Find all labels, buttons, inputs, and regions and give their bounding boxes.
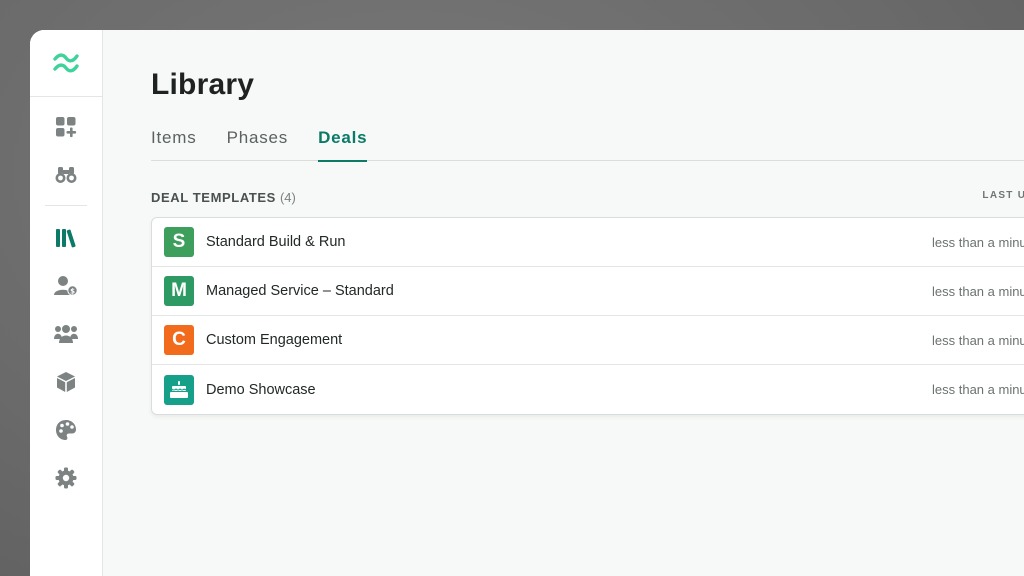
binoculars-icon bbox=[55, 167, 77, 183]
template-updated: less than a minu bbox=[932, 332, 1024, 348]
svg-text:$: $ bbox=[70, 287, 75, 295]
sidebar: $ bbox=[30, 30, 103, 576]
list-item[interactable]: C Custom Engagement less than a minu bbox=[152, 316, 1024, 365]
list-item[interactable]: M Managed Service – Standard less than a… bbox=[152, 267, 1024, 316]
cube-icon bbox=[57, 372, 75, 392]
last-updated-column-header[interactable]: LAST UPDAT bbox=[982, 190, 1024, 201]
section-count: (4) bbox=[279, 190, 296, 205]
sidebar-item-themes[interactable] bbox=[46, 406, 86, 454]
sidebar-item-products[interactable] bbox=[46, 358, 86, 406]
template-updated: less than a minu bbox=[932, 382, 1024, 397]
sidebar-item-dashboard[interactable] bbox=[46, 103, 86, 151]
template-name: Demo Showcase bbox=[206, 381, 316, 398]
dashboard-add-icon bbox=[56, 117, 77, 138]
deal-templates-header: DEAL TEMPLATES(4) LAST UPDAT bbox=[151, 189, 1024, 207]
gear-icon bbox=[55, 467, 77, 489]
sidebar-item-library[interactable] bbox=[46, 214, 86, 262]
deal-templates-list: S Standard Build & Run less than a minu … bbox=[151, 217, 1024, 415]
page-title: Library bbox=[151, 68, 255, 101]
sidebar-bottom-group: $ bbox=[30, 206, 102, 502]
tab-bar: Items Phases Deals bbox=[151, 124, 1024, 162]
template-name: Managed Service – Standard bbox=[206, 283, 394, 299]
template-badge: S bbox=[164, 227, 194, 257]
template-updated: less than a minu bbox=[932, 234, 1024, 250]
tab-phases[interactable]: Phases bbox=[227, 124, 289, 161]
template-badge: M bbox=[164, 276, 194, 306]
template-updated: less than a minu bbox=[932, 283, 1024, 299]
app-window: $ Library Items Phases Deals DEAL TEMPLA… bbox=[30, 30, 1024, 576]
user-billing-icon: $ bbox=[54, 276, 78, 296]
template-badge: C bbox=[164, 325, 194, 355]
team-icon bbox=[54, 325, 78, 343]
section-title: DEAL TEMPLATES bbox=[151, 190, 276, 205]
sidebar-top-group bbox=[45, 97, 87, 206]
sidebar-item-users[interactable]: $ bbox=[46, 262, 86, 310]
main-content: Library Items Phases Deals DEAL TEMPLATE… bbox=[103, 30, 1024, 576]
template-name: Custom Engagement bbox=[206, 332, 343, 348]
template-name: Standard Build & Run bbox=[206, 234, 346, 250]
wave-logo-icon bbox=[53, 53, 79, 73]
sidebar-item-teams[interactable] bbox=[46, 310, 86, 358]
tab-items[interactable]: Items bbox=[151, 124, 197, 161]
sidebar-item-settings[interactable] bbox=[46, 454, 86, 502]
list-item[interactable]: S Standard Build & Run less than a minu bbox=[152, 218, 1024, 267]
sidebar-item-explore[interactable] bbox=[46, 151, 86, 199]
palette-icon bbox=[56, 420, 76, 440]
logo[interactable] bbox=[30, 30, 102, 97]
library-icon bbox=[56, 229, 76, 248]
tab-deals[interactable]: Deals bbox=[318, 124, 368, 162]
list-item[interactable]: Demo Showcase less than a minu bbox=[152, 365, 1024, 414]
cake-icon bbox=[170, 380, 188, 398]
template-badge bbox=[164, 374, 194, 405]
